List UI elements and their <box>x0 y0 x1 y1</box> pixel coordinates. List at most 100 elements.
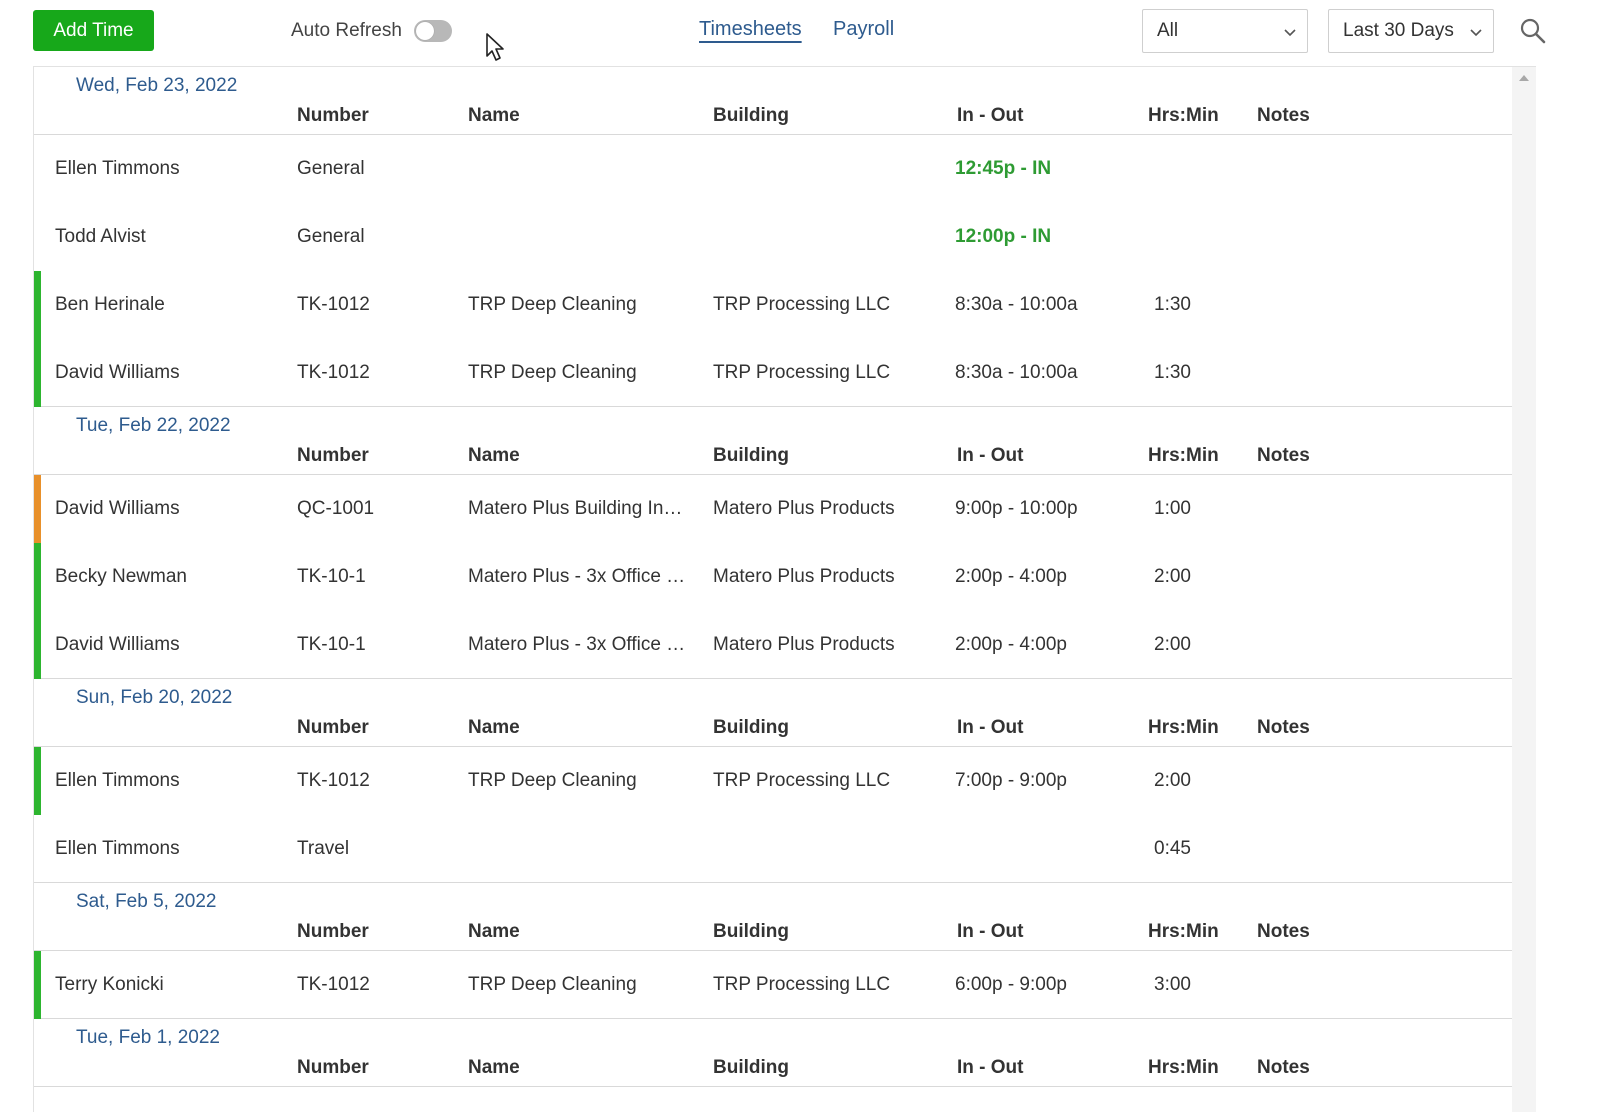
number-cell: General <box>297 226 365 247</box>
table-row[interactable]: Todd Alvist General 12:00p - IN <box>34 203 1536 271</box>
table-row[interactable]: Ben Herinale TK-1012 TRP Deep Cleaning TRP … <box>34 271 1536 339</box>
column-header-inout: In - Out <box>957 717 1024 738</box>
in-out-cell: 8:30a - 10:00a <box>955 294 1078 315</box>
date-group: Tue, Feb 22, 2022 Number Name Building In - … <box>34 407 1536 679</box>
column-header-notes: Notes <box>1257 445 1310 466</box>
group-date: Sun, Feb 20, 2022 <box>76 687 233 708</box>
search-icon[interactable] <box>1518 16 1548 46</box>
column-header-notes: Notes <box>1257 105 1310 126</box>
building-cell: TRP Processing LLC <box>713 294 891 315</box>
add-time-button[interactable]: Add Time <box>33 10 154 51</box>
status-bar <box>34 271 41 339</box>
group-date: Tue, Feb 22, 2022 <box>76 415 231 436</box>
in-out-cell: 7:00p - 9:00p <box>955 770 1067 791</box>
employee-cell: Terry Konicki <box>55 974 164 995</box>
hrs-min-cell: 1:30 <box>1154 294 1191 315</box>
in-out-cell: 6:00p - 9:00p <box>955 974 1067 995</box>
in-out-cell: 2:00p - 4:00p <box>955 634 1067 655</box>
in-out-cell: 2:00p - 4:00p <box>955 566 1067 587</box>
date-group: Sun, Feb 20, 2022 Number Name Building In - … <box>34 679 1536 883</box>
group-date: Tue, Feb 1, 2022 <box>76 1027 221 1048</box>
employee-cell: Ellen Timmons <box>55 770 180 791</box>
number-cell: TK-1012 <box>297 294 370 315</box>
employee-cell: Todd Alvist <box>55 226 146 247</box>
hrs-min-cell: 1:00 <box>1154 498 1191 519</box>
column-header-building: Building <box>713 445 789 466</box>
number-cell: General <box>297 158 365 179</box>
column-header-building: Building <box>713 717 789 738</box>
employee-cell: Ellen Timmons <box>55 838 180 859</box>
chevron-down-icon <box>1470 29 1482 37</box>
column-header-inout: In - Out <box>957 921 1024 942</box>
name-cell: Matero Plus - 3x Office … <box>468 566 686 587</box>
hrs-min-cell: 1:30 <box>1154 362 1191 383</box>
column-header-name: Name <box>468 717 520 738</box>
building-cell: TRP Processing LLC <box>713 770 891 791</box>
table-row[interactable]: Ellen Timmons Travel 0:45 <box>34 815 1536 883</box>
column-header-name: Name <box>468 445 520 466</box>
date-range-select[interactable]: Last 30 Days <box>1328 9 1494 53</box>
table-row[interactable]: David Williams TK-10-1 Matero Plus - 3x Of… <box>34 611 1536 679</box>
column-header-number: Number <box>297 921 369 942</box>
table-row[interactable]: David Williams TK-1012 TRP Deep Cleaning TR… <box>34 339 1536 407</box>
building-cell: Matero Plus Products <box>713 498 895 519</box>
column-header-hrs: Hrs:Min <box>1148 445 1219 466</box>
mouse-cursor-icon <box>486 33 504 61</box>
column-header-hrs: Hrs:Min <box>1148 1057 1219 1078</box>
date-group: Wed, Feb 23, 2022 Number Name Building In - … <box>34 67 1536 407</box>
tab-payroll[interactable]: Payroll <box>833 18 894 41</box>
employee-cell: Ben Herinale <box>55 294 165 315</box>
tab-timesheets[interactable]: Timesheets <box>699 18 802 41</box>
number-cell: TK-10-1 <box>297 634 366 655</box>
employee-cell: David Williams <box>55 634 180 655</box>
filter-select[interactable]: All <box>1142 9 1308 53</box>
number-cell: TK-10-1 <box>297 566 366 587</box>
column-header-row: Number Name Building In - Out Hrs:Min Notes <box>34 917 1536 951</box>
table-row[interactable]: David Williams QC-1001 Matero Plus Buildin… <box>34 475 1536 543</box>
scrollbar[interactable] <box>1512 67 1536 1112</box>
column-header-notes: Notes <box>1257 717 1310 738</box>
table-row[interactable]: Ellen Timmons General 12:45p - IN <box>34 135 1536 203</box>
employee-cell: Ellen Timmons <box>55 158 180 179</box>
column-header-row: Number Name Building In - Out Hrs:Min Notes <box>34 713 1536 747</box>
name-cell: Matero Plus Building In… <box>468 498 683 519</box>
hrs-min-cell: 2:00 <box>1154 566 1191 587</box>
column-header-hrs: Hrs:Min <box>1148 921 1219 942</box>
name-cell: Matero Plus - 3x Office … <box>468 634 686 655</box>
status-bar <box>34 543 41 611</box>
group-date: Wed, Feb 23, 2022 <box>76 75 238 96</box>
table-row[interactable]: Ellen Timmons TK-1012 TRP Deep Cleaning TRP… <box>34 747 1536 815</box>
date-range-select-value: Last 30 Days <box>1343 20 1454 41</box>
number-cell: TK-1012 <box>297 770 370 791</box>
column-header-inout: In - Out <box>957 105 1024 126</box>
table-row[interactable]: Becky Newman TK-10-1 Matero Plus - 3x Offi… <box>34 543 1536 611</box>
column-header-inout: In - Out <box>957 1057 1024 1078</box>
building-cell: Matero Plus Products <box>713 566 895 587</box>
status-bar <box>34 475 41 543</box>
auto-refresh: Auto Refresh <box>291 20 452 42</box>
building-cell: TRP Processing LLC <box>713 974 891 995</box>
in-out-cell: 12:00p - IN <box>955 226 1052 247</box>
column-header-building: Building <box>713 1057 789 1078</box>
chevron-down-icon <box>1284 29 1296 37</box>
status-bar <box>34 339 41 407</box>
table-row[interactable]: Terry Konicki TK-1012 TRP Deep Cleaning TRP… <box>34 951 1536 1019</box>
employee-cell: David Williams <box>55 498 180 519</box>
filter-select-value: All <box>1157 20 1179 41</box>
hrs-min-cell: 2:00 <box>1154 770 1191 791</box>
number-cell: Travel <box>297 838 350 859</box>
column-header-row: Number Name Building In - Out Hrs:Min Notes <box>34 1053 1536 1087</box>
timesheet-list: Wed, Feb 23, 2022 Number Name Building In - … <box>33 66 1536 1112</box>
hrs-min-cell: 0:45 <box>1154 838 1191 859</box>
column-header-number: Number <box>297 717 369 738</box>
column-header-hrs: Hrs:Min <box>1148 105 1219 126</box>
hrs-min-cell: 3:00 <box>1154 974 1191 995</box>
scroll-up-icon[interactable] <box>1519 75 1529 81</box>
auto-refresh-toggle[interactable] <box>413 20 452 42</box>
date-group: Tue, Feb 1, 2022 Number Name Building In - O… <box>34 1019 1536 1087</box>
employee-cell: Becky Newman <box>55 566 187 587</box>
name-cell: TRP Deep Cleaning <box>468 362 637 383</box>
number-cell: TK-1012 <box>297 362 370 383</box>
column-header-name: Name <box>468 921 520 942</box>
group-date: Sat, Feb 5, 2022 <box>76 891 217 912</box>
